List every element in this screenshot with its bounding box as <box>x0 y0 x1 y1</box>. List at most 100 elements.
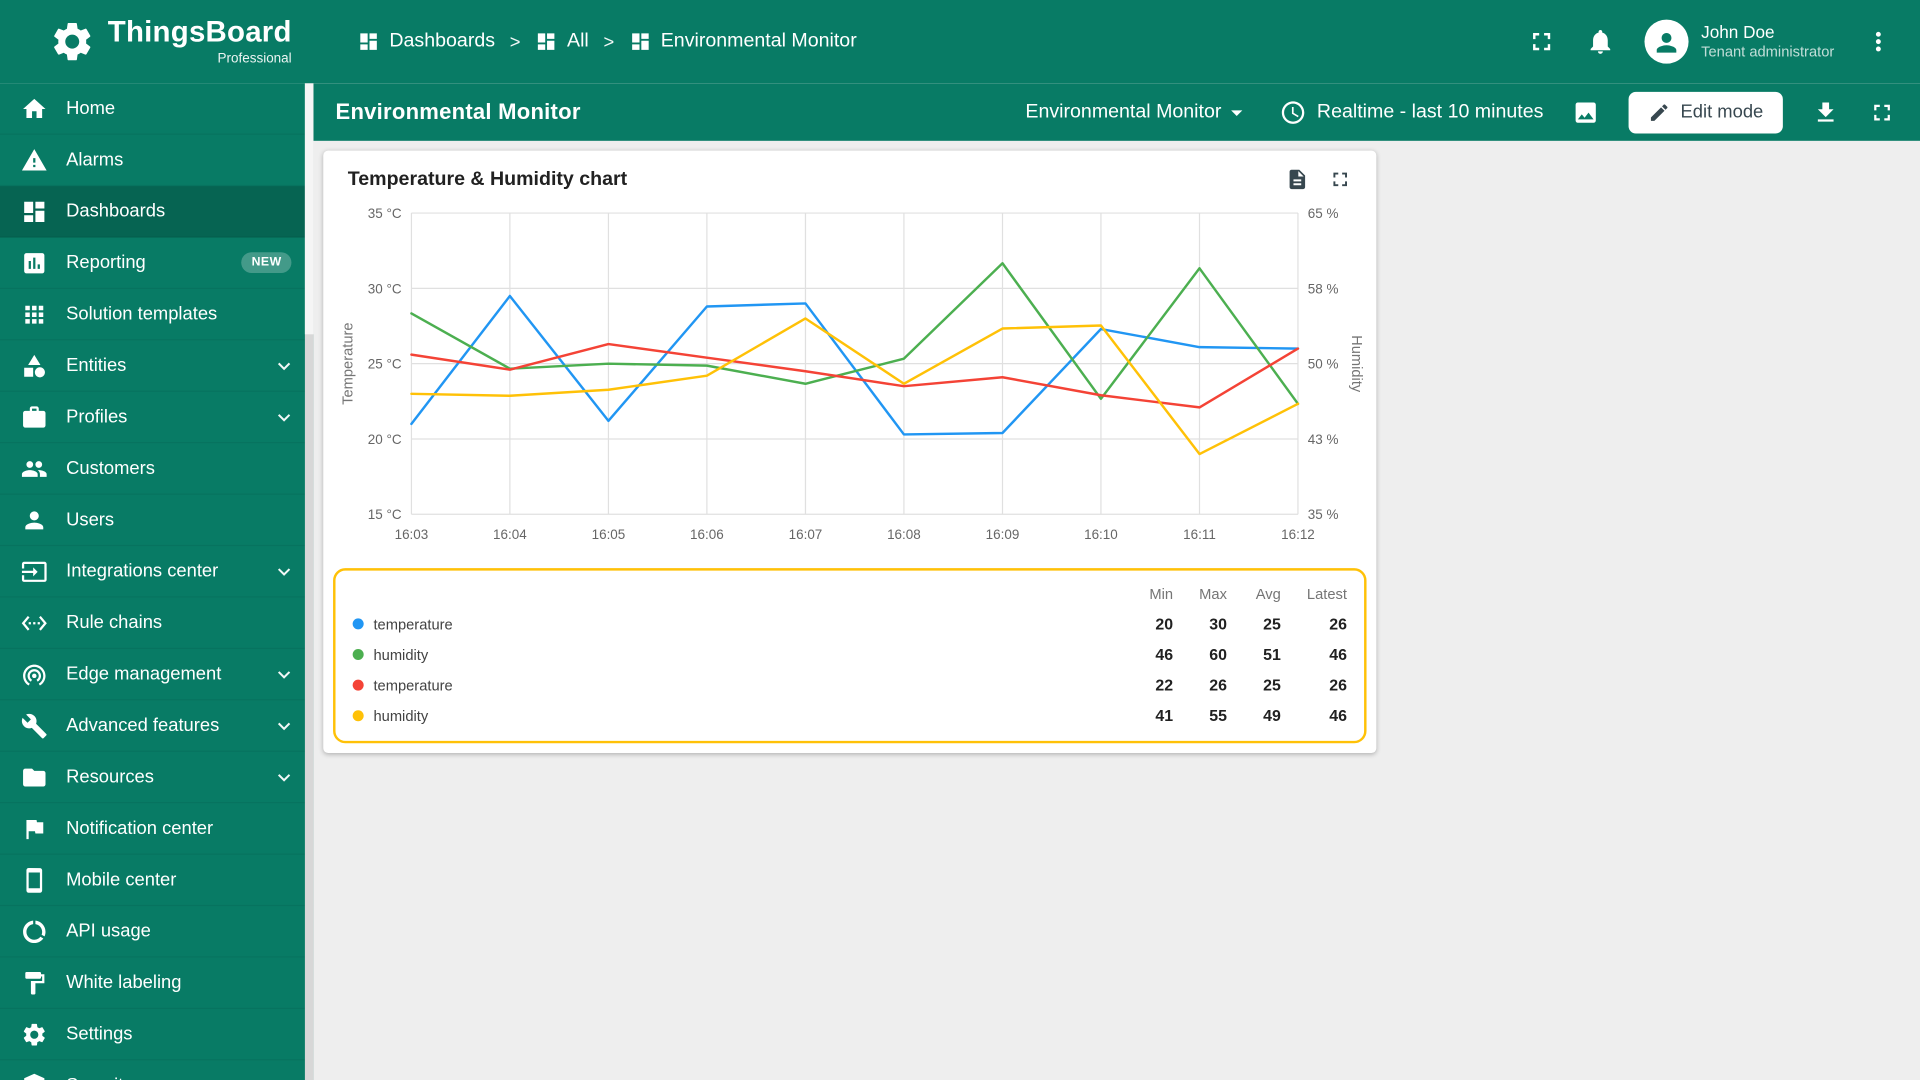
legend-column-avg: Avg <box>1255 584 1281 602</box>
chevron-down-icon <box>272 662 296 686</box>
sidebar-item-label: Reporting <box>66 252 146 274</box>
legend-column-min: Min <box>1149 584 1174 602</box>
app-logo[interactable]: ThingsBoard Professional <box>0 17 313 66</box>
sidebar-item-label: Users <box>66 509 115 531</box>
legend-row-humidity[interactable]: humidity 41 55 49 46 <box>352 700 1347 731</box>
svg-text:16:06: 16:06 <box>690 527 724 542</box>
sidebar-item-label: Security <box>66 1075 253 1080</box>
legend-header: Min Max Avg Latest <box>353 578 1347 609</box>
fullscreen-icon[interactable] <box>1527 27 1556 56</box>
sidebar-item-mobile-center[interactable]: Mobile center <box>0 855 314 907</box>
series-color-dot <box>352 679 364 691</box>
image-icon[interactable] <box>1573 99 1600 126</box>
sidebar-item-label: Solution templates <box>66 303 218 325</box>
sidebar-item-api-usage[interactable]: API usage <box>0 906 314 958</box>
sidebar-item-label: Profiles <box>66 406 128 428</box>
sidebar-item-edge-management[interactable]: Edge management <box>0 649 314 701</box>
users-icon <box>21 506 48 533</box>
sidebar-item-label: Edge management <box>66 663 222 685</box>
series-latest: 46 <box>1329 645 1347 664</box>
chart-legend: Min Max Avg Latest temperature 20 30 25 26 humid… <box>333 568 1367 744</box>
legend-column-latest: Latest <box>1306 584 1347 602</box>
svg-text:16:04: 16:04 <box>493 527 527 542</box>
clock-icon <box>1280 99 1307 126</box>
dashboard-toolbar: Environmental Monitor Environmental Moni… <box>313 83 1920 141</box>
breadcrumb-item-all[interactable]: All <box>535 31 589 53</box>
user-menu[interactable]: John Doe Tenant administrator <box>1644 19 1834 64</box>
svg-text:50 %: 50 % <box>1308 357 1339 372</box>
edit-mode-button[interactable]: Edit mode <box>1629 91 1783 133</box>
sidebar: Home Alarms Dashboards Reporting NEW Solution… <box>0 83 314 1080</box>
sidebar-item-settings[interactable]: Settings <box>0 1009 314 1061</box>
sidebar-scrollbar[interactable] <box>304 83 314 1080</box>
breadcrumb-item-environmental-monitor[interactable]: Environmental Monitor <box>629 31 857 53</box>
sidebar-item-entities[interactable]: Entities <box>0 340 314 392</box>
kebab-menu-icon[interactable] <box>1864 27 1893 56</box>
chevron-down-icon <box>272 713 296 737</box>
dashboard-content: Temperature & Humidity chart 35 °C 65 % 30… <box>313 141 1920 1080</box>
sidebar-item-reporting[interactable]: Reporting NEW <box>0 238 314 289</box>
legend-row-temperature[interactable]: temperature 22 26 25 26 <box>352 670 1347 701</box>
download-icon[interactable] <box>1812 99 1839 126</box>
sidebar-item-profiles[interactable]: Profiles <box>0 392 314 444</box>
sidebar-item-security[interactable]: Security <box>0 1060 313 1080</box>
widget-export-icon[interactable] <box>1286 168 1309 191</box>
series-color-dot <box>352 648 364 661</box>
svg-text:35 %: 35 % <box>1308 507 1339 522</box>
sidebar-item-solution-templates[interactable]: Solution templates <box>0 289 314 341</box>
entities-icon <box>21 352 48 379</box>
sidebar-item-label: Alarms <box>66 149 124 171</box>
breadcrumb-item-dashboards[interactable]: Dashboards <box>358 31 495 53</box>
notifications-bell-icon[interactable] <box>1586 27 1615 56</box>
sidebar-item-label: Home <box>66 97 116 119</box>
sidebar-item-label: Advanced features <box>66 715 220 736</box>
line-chart: 35 °C 65 % 30 °C 58 % 25 °C 50 % 20 °C 43 % 15 °… <box>341 206 1364 542</box>
scrollbar-thumb[interactable] <box>304 83 314 335</box>
topbar-actions: John Doe Tenant administrator <box>1527 19 1920 64</box>
timewindow-button[interactable]: Realtime - last 10 minutes <box>1280 99 1543 126</box>
pencil-icon <box>1649 101 1671 123</box>
widget-fullscreen-icon[interactable] <box>1329 168 1352 191</box>
series-avg: 25 <box>1263 675 1281 695</box>
sidebar-item-rule-chains[interactable]: Rule chains <box>0 598 314 649</box>
dashboard-title: Environmental Monitor <box>335 99 581 124</box>
svg-text:35 °C: 35 °C <box>368 206 402 221</box>
sidebar-item-advanced-features[interactable]: Advanced features <box>0 700 314 752</box>
sidebar-item-home[interactable]: Home <box>0 83 314 135</box>
sidebar-item-label: White labeling <box>66 972 182 994</box>
sidebar-item-alarms[interactable]: Alarms <box>0 135 314 187</box>
brand-subtitle: Professional <box>217 50 292 66</box>
series-name: humidity <box>373 645 429 664</box>
chevron-down-icon <box>272 1073 296 1080</box>
svg-text:25 °C: 25 °C <box>368 357 402 372</box>
integrations-icon <box>21 558 48 585</box>
series-latest: 26 <box>1329 675 1347 695</box>
sidebar-item-label: Rule chains <box>66 612 163 634</box>
series-latest: 46 <box>1329 706 1347 725</box>
chevron-down-icon <box>272 353 296 377</box>
legend-row-temperature[interactable]: temperature 20 30 25 26 <box>352 609 1347 640</box>
series-latest: 26 <box>1329 614 1347 634</box>
sidebar-item-label: Resources <box>66 766 154 788</box>
legend-row-humidity[interactable]: humidity 46 60 51 46 <box>352 639 1347 670</box>
thingsboard-logo-icon <box>49 18 96 65</box>
sidebar-item-customers[interactable]: Customers <box>0 443 314 495</box>
timewindow-label: Realtime - last 10 minutes <box>1316 101 1544 122</box>
sidebar-item-resources[interactable]: Resources <box>0 752 314 804</box>
sidebar-item-integrations-center[interactable]: Integrations center <box>0 546 314 598</box>
svg-text:43 %: 43 % <box>1308 432 1339 447</box>
dashboard-state-select[interactable]: Environmental Monitor <box>1025 99 1250 126</box>
state-select-label: Environmental Monitor <box>1025 101 1222 122</box>
sidebar-item-white-labeling[interactable]: White labeling <box>0 958 314 1009</box>
series-name: temperature <box>373 676 453 694</box>
sidebar-item-label: Entities <box>66 355 127 376</box>
sidebar-item-notification-center[interactable]: Notification center <box>0 803 314 855</box>
sidebar-item-dashboards[interactable]: Dashboards <box>0 186 314 238</box>
sidebar-item-label: Customers <box>66 457 155 479</box>
dashboard-fullscreen-icon[interactable] <box>1869 99 1896 126</box>
reporting-icon <box>21 249 48 276</box>
avatar <box>1644 19 1689 64</box>
dashboards-icon <box>629 31 651 53</box>
sidebar-item-users[interactable]: Users <box>0 495 314 547</box>
breadcrumb-separator: > <box>603 31 615 53</box>
